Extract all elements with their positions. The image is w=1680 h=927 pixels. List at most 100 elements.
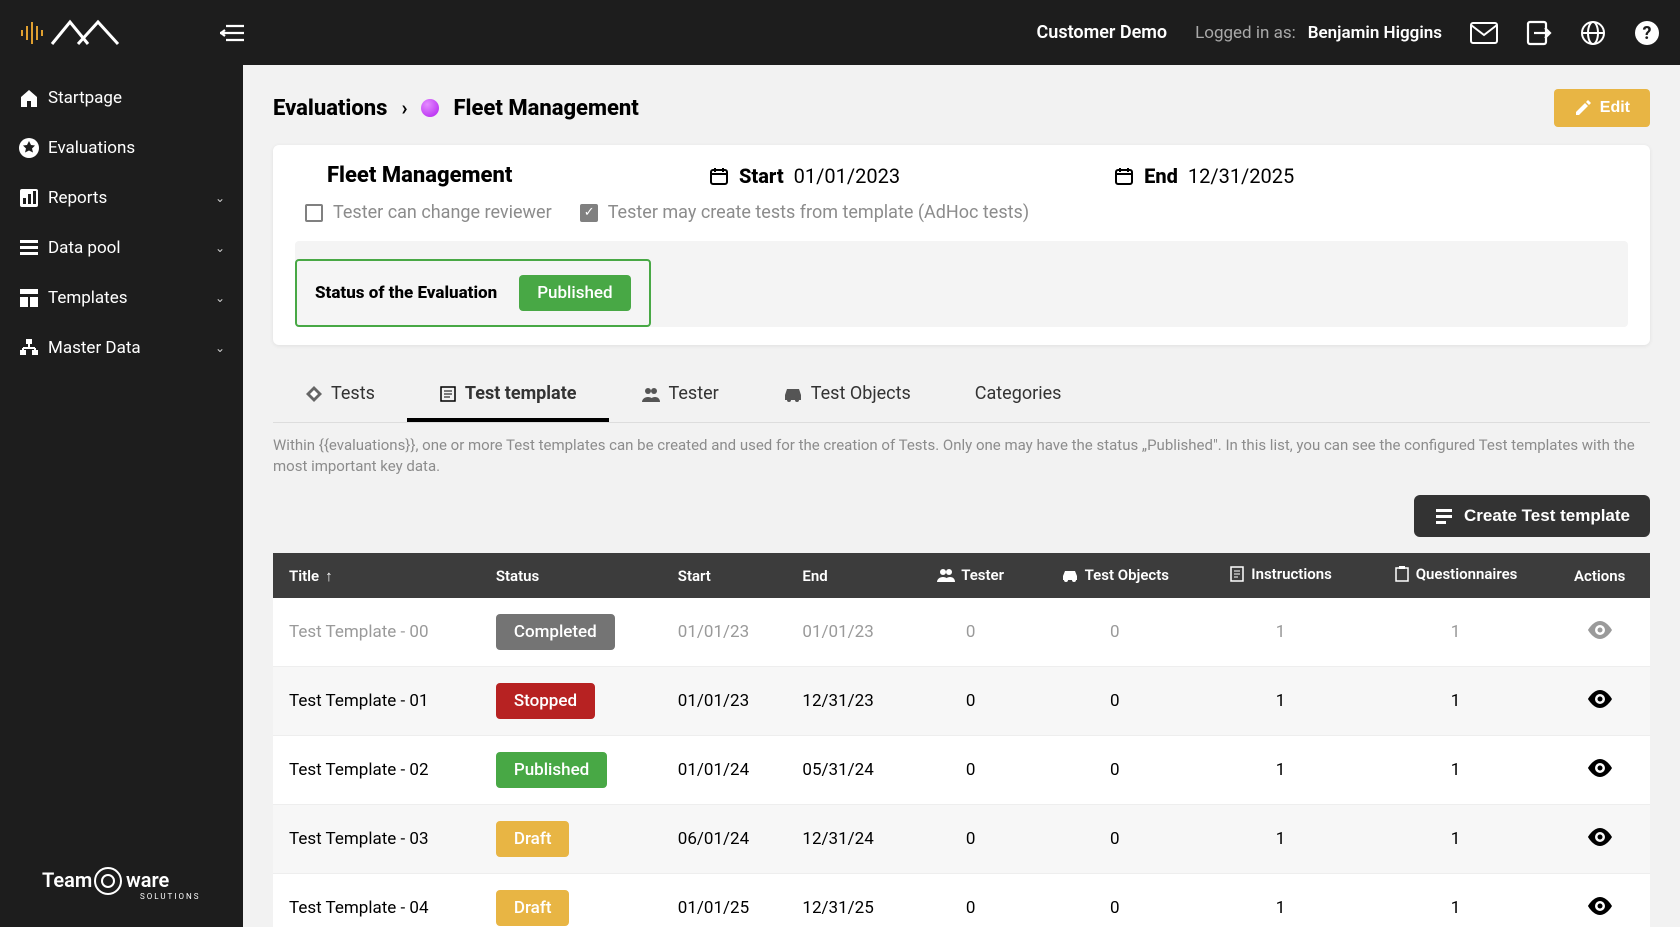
- col-status[interactable]: Status: [480, 553, 662, 598]
- status-badge: Draft: [496, 821, 570, 857]
- logged-in-label: Logged in as:: [1195, 23, 1296, 43]
- view-icon[interactable]: [1587, 759, 1613, 777]
- status-label: Status of the Evaluation: [315, 283, 497, 303]
- list-icon: [18, 237, 48, 259]
- table-row[interactable]: Test Template - 01 Stopped 01/01/23 12/3…: [273, 667, 1650, 736]
- col-start[interactable]: Start: [662, 553, 787, 598]
- sidebar-item-master-data[interactable]: Master Data⌄: [0, 323, 243, 373]
- sidebar-item-reports[interactable]: Reports⌄: [0, 173, 243, 223]
- main-content: Evaluations › Fleet Management Edit Flee…: [243, 65, 1680, 927]
- tab-icon: [305, 385, 323, 403]
- sidebar-item-evaluations[interactable]: Evaluations: [0, 123, 243, 173]
- cell-questionnaires: 1: [1362, 736, 1550, 805]
- collapse-sidebar-icon[interactable]: [220, 22, 246, 44]
- calendar-icon: [709, 166, 729, 186]
- chevron-down-icon: ⌄: [215, 341, 225, 355]
- cell-title: Test Template - 02: [273, 736, 480, 805]
- help-icon[interactable]: ?: [1634, 20, 1660, 46]
- start-label: Start: [739, 164, 784, 188]
- cell-end: 12/31/25: [786, 874, 911, 927]
- cell-status: Completed: [480, 598, 662, 667]
- tabs: TestsTest templateTesterTest ObjectsCate…: [273, 369, 1650, 423]
- view-icon[interactable]: [1587, 690, 1613, 708]
- topbar: Customer Demo Logged in as: Benjamin Hig…: [0, 0, 1680, 65]
- checkbox-change-reviewer[interactable]: Tester can change reviewer: [305, 202, 552, 223]
- cell-title: Test Template - 04: [273, 874, 480, 927]
- chevron-down-icon: ⌄: [215, 241, 225, 255]
- org-icon: [18, 337, 48, 359]
- sidebar-item-startpage[interactable]: Startpage: [0, 73, 243, 123]
- sidebar: StartpageEvaluationsReports⌄Data pool⌄Te…: [0, 65, 243, 927]
- cell-instructions: 1: [1199, 736, 1361, 805]
- cell-start: 01/01/23: [662, 667, 787, 736]
- checkbox-icon: [305, 204, 323, 222]
- cell-title: Test Template - 01: [273, 667, 480, 736]
- logged-in-block: Logged in as: Benjamin Higgins: [1195, 23, 1442, 43]
- create-test-template-button[interactable]: Create Test template: [1414, 495, 1650, 537]
- cell-questionnaires: 1: [1362, 667, 1550, 736]
- star-icon: [18, 137, 48, 159]
- svg-text:ware: ware: [126, 868, 170, 892]
- template-icon: [18, 287, 48, 309]
- status-badge: Stopped: [496, 683, 595, 719]
- col-test-objects[interactable]: Test Objects: [1030, 553, 1199, 598]
- col-questionnaires[interactable]: Questionnaires: [1362, 553, 1550, 598]
- tab-test-template[interactable]: Test template: [407, 369, 609, 422]
- col-instructions[interactable]: Instructions: [1199, 553, 1361, 598]
- evaluation-color-dot: [295, 166, 315, 186]
- user-name[interactable]: Benjamin Higgins: [1308, 23, 1442, 43]
- cell-start: 06/01/24: [662, 805, 787, 874]
- col-actions: Actions: [1549, 553, 1650, 598]
- sidebar-footer-logo: Team ware SOLUTIONS: [0, 837, 243, 927]
- view-icon[interactable]: [1587, 897, 1613, 915]
- checkbox-adhoc-tests[interactable]: Tester may create tests from template (A…: [580, 202, 1029, 223]
- view-icon[interactable]: [1587, 621, 1613, 639]
- cell-instructions: 1: [1199, 874, 1361, 927]
- end-label: End: [1144, 164, 1178, 188]
- tab-tester[interactable]: Tester: [609, 369, 751, 422]
- cell-actions: [1549, 874, 1650, 927]
- evaluation-summary-card: Fleet Management Start 01/01/2023 End 12…: [273, 145, 1650, 345]
- cell-objects: 0: [1030, 598, 1199, 667]
- tab-icon: [641, 386, 661, 402]
- cell-tester: 0: [911, 736, 1030, 805]
- globe-icon[interactable]: [1580, 20, 1606, 46]
- sidebar-item-templates[interactable]: Templates⌄: [0, 273, 243, 323]
- status-badge: Completed: [496, 614, 615, 650]
- help-text: Within {{evaluations}}, one or more Test…: [273, 435, 1650, 477]
- checkbox-icon: [580, 204, 598, 222]
- cell-actions: [1549, 805, 1650, 874]
- edit-button[interactable]: Edit: [1554, 89, 1650, 127]
- test-template-table: Title ↑ Status Start End Tester Test Obj…: [273, 553, 1650, 927]
- tab-test-objects[interactable]: Test Objects: [751, 369, 943, 422]
- cell-title: Test Template - 03: [273, 805, 480, 874]
- cell-tester: 0: [911, 805, 1030, 874]
- table-row[interactable]: Test Template - 00 Completed 01/01/23 01…: [273, 598, 1650, 667]
- app-logo: [20, 16, 130, 50]
- cell-instructions: 1: [1199, 667, 1361, 736]
- cell-status: Published: [480, 736, 662, 805]
- cell-end: 12/31/23: [786, 667, 911, 736]
- cell-objects: 0: [1030, 874, 1199, 927]
- cell-start: 01/01/23: [662, 598, 787, 667]
- logout-icon[interactable]: [1526, 20, 1552, 46]
- view-icon[interactable]: [1587, 828, 1613, 846]
- col-title[interactable]: Title ↑: [273, 553, 480, 598]
- table-row[interactable]: Test Template - 02 Published 01/01/24 05…: [273, 736, 1650, 805]
- tab-categories[interactable]: Categories: [943, 369, 1094, 422]
- evaluation-status-row: Status of the Evaluation Published: [295, 259, 651, 327]
- mail-icon[interactable]: [1470, 22, 1498, 44]
- cell-status: Stopped: [480, 667, 662, 736]
- table-row[interactable]: Test Template - 04 Draft 01/01/25 12/31/…: [273, 874, 1650, 927]
- tab-tests[interactable]: Tests: [273, 369, 407, 422]
- col-tester[interactable]: Tester: [911, 553, 1030, 598]
- col-end[interactable]: End: [786, 553, 911, 598]
- breadcrumb-root[interactable]: Evaluations: [273, 96, 387, 121]
- breadcrumb: Evaluations › Fleet Management Edit: [273, 89, 1650, 127]
- table-row[interactable]: Test Template - 03 Draft 06/01/24 12/31/…: [273, 805, 1650, 874]
- tab-icon: [439, 385, 457, 403]
- sidebar-item-data-pool[interactable]: Data pool⌄: [0, 223, 243, 273]
- cell-start: 01/01/24: [662, 736, 787, 805]
- people-icon: [937, 568, 955, 582]
- bar-icon: [18, 187, 48, 209]
